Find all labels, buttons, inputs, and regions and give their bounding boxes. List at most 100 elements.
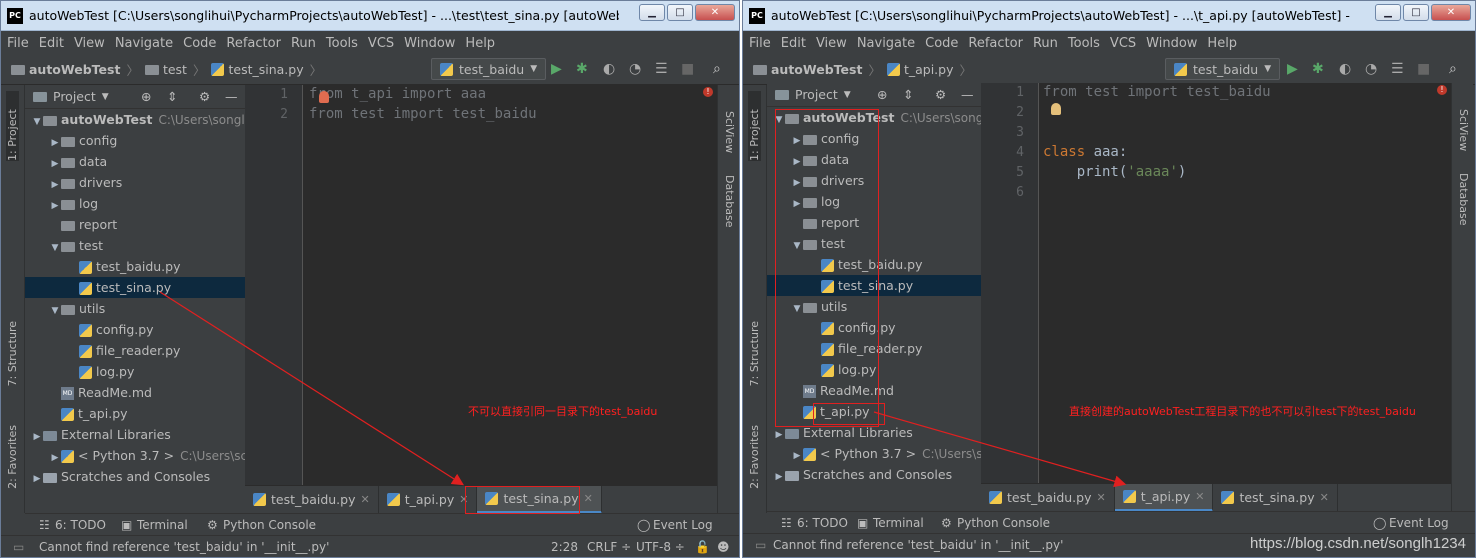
profile-icon[interactable]: ◔ [1365, 61, 1377, 77]
lightbulb-icon[interactable] [1051, 103, 1061, 115]
tree-item[interactable]: ▶ Scratches and Consoles [25, 466, 245, 487]
project-view-selector[interactable]: Project [53, 89, 96, 104]
profile-icon[interactable]: ◔ [629, 61, 641, 77]
tree-item[interactable]: config.py [25, 319, 245, 340]
close-icon[interactable]: ✕ [1097, 491, 1106, 504]
tree-item[interactable]: ▶ Scratches and Consoles [767, 464, 981, 485]
status-toggle-icon[interactable]: ▭ [755, 538, 766, 552]
tree-item[interactable]: ▶ External Libraries [25, 424, 245, 445]
tree-item[interactable]: report [25, 214, 245, 235]
breadcrumb-file[interactable]: test_sina.py 〉 [211, 60, 322, 79]
menu-item-file[interactable]: File [749, 36, 771, 51]
code-editor[interactable]: 12 from t_api import aaa from test import… [245, 85, 717, 489]
gear-icon[interactable]: ⚙ [935, 87, 946, 102]
code-line[interactable]: from test import test_baidu [1043, 84, 1271, 100]
breadcrumb-project[interactable]: autoWebTest 〉 [753, 60, 881, 79]
error-indicator-icon[interactable]: ! [1437, 85, 1447, 95]
menu-item-file[interactable]: File [7, 36, 29, 51]
locate-icon[interactable]: ⊕ [141, 89, 151, 104]
chevron-right-icon[interactable]: ▶ [773, 467, 785, 487]
status-toggle-icon[interactable]: ▭ [13, 540, 24, 554]
menu-item-help[interactable]: Help [465, 36, 495, 51]
editor-tab[interactable]: test_baidu.py ✕ [245, 485, 379, 514]
close-icon[interactable]: ✕ [1195, 490, 1204, 503]
file-encoding[interactable]: UTF-8 ÷ [636, 540, 685, 554]
tree-item[interactable]: ▼ utils [25, 298, 245, 319]
breadcrumb-project[interactable]: autoWebTest 〉 [11, 60, 139, 79]
menu-item-tools[interactable]: Tools [326, 36, 358, 51]
tree-item[interactable]: ▶ config [25, 130, 245, 151]
tree-item[interactable]: MD ReadMe.md [25, 382, 245, 403]
code-line[interactable]: class aaa: [1043, 144, 1127, 160]
hide-icon[interactable]: — [961, 87, 974, 102]
menu-item-navigate[interactable]: Navigate [115, 36, 173, 51]
event-log-button[interactable]: Event Log [653, 518, 713, 532]
python-console-button[interactable]: Python Console [223, 518, 316, 532]
code-line[interactable]: from t_api import aaa [309, 86, 486, 102]
chevron-right-icon[interactable]: ▶ [31, 469, 43, 489]
python-console-button[interactable]: Python Console [957, 516, 1050, 530]
code-editor[interactable]: 1 2 3 4 5 6 from test import test_baidu class … [981, 83, 1451, 487]
concurrency-icon[interactable]: ☰ [1391, 61, 1404, 77]
menu-item-edit[interactable]: Edit [781, 36, 806, 51]
menu-item-help[interactable]: Help [1207, 36, 1237, 51]
tool-database[interactable]: Database [1457, 173, 1470, 226]
tool-favorites[interactable]: 2: Favorites [748, 425, 761, 489]
tool-project[interactable]: 1: Project [6, 91, 19, 161]
breadcrumb-file[interactable]: t_api.py 〉 [886, 60, 972, 79]
hide-icon[interactable]: — [225, 89, 238, 104]
menu-item-view[interactable]: View [816, 36, 847, 51]
menu-item-window[interactable]: Window [1146, 36, 1197, 51]
lock-icon[interactable]: 🔓 [695, 540, 710, 554]
menu-item-vcs[interactable]: VCS [1110, 36, 1136, 51]
code-line[interactable]: print('aaaa') [1043, 164, 1187, 180]
tool-sciview[interactable]: SciView [1457, 109, 1470, 151]
menu-item-window[interactable]: Window [404, 36, 455, 51]
error-indicator-icon[interactable]: ! [703, 87, 713, 97]
tool-structure[interactable]: 7: Structure [6, 321, 19, 386]
coverage-icon[interactable]: ◐ [1339, 61, 1351, 77]
menu-item-edit[interactable]: Edit [39, 36, 64, 51]
close-button[interactable]: ✕ [695, 4, 735, 21]
tool-project[interactable]: 1: Project [748, 91, 761, 161]
tree-item[interactable]: ▼ test [25, 235, 245, 256]
tool-structure[interactable]: 7: Structure [748, 321, 761, 386]
tool-sciview[interactable]: SciView [723, 111, 736, 153]
terminal-button[interactable]: Terminal [137, 518, 188, 532]
todo-button[interactable]: 6: TODO [797, 516, 848, 530]
maximize-button[interactable]: □ [1403, 4, 1429, 21]
tool-favorites[interactable]: 2: Favorites [6, 425, 19, 489]
code-line[interactable]: from test import test_baidu [309, 106, 537, 122]
project-view-selector[interactable]: Project [795, 87, 838, 102]
menu-item-tools[interactable]: Tools [1068, 36, 1100, 51]
menu-item-run[interactable]: Run [291, 36, 316, 51]
collapse-icon[interactable]: ⇕ [903, 87, 913, 102]
close-button[interactable]: ✕ [1431, 4, 1471, 21]
caret-position[interactable]: 2:28 [551, 540, 578, 554]
run-config-selector[interactable]: test_baidu ▼ [1165, 58, 1281, 80]
close-icon[interactable]: ✕ [361, 493, 370, 506]
tree-item[interactable]: ▶ data [25, 151, 245, 172]
breadcrumb-folder[interactable]: test 〉 [144, 60, 205, 79]
search-icon[interactable]: ⌕ [713, 61, 721, 77]
minimize-button[interactable]: ▁ [1375, 4, 1401, 21]
tree-item[interactable]: file_reader.py [25, 340, 245, 361]
tree-item[interactable]: ▶ log [25, 193, 245, 214]
tree-item[interactable]: ▶ drivers [25, 172, 245, 193]
run-icon[interactable]: ▶ [1287, 61, 1298, 77]
run-config-selector[interactable]: test_baidu ▼ [431, 58, 547, 80]
editor-tab[interactable]: test_sina.py ✕ [1213, 483, 1338, 512]
tool-database[interactable]: Database [723, 175, 736, 228]
locate-icon[interactable]: ⊕ [877, 87, 887, 102]
search-icon[interactable]: ⌕ [1449, 61, 1457, 77]
menu-item-code[interactable]: Code [183, 36, 216, 51]
editor-tab[interactable]: test_baidu.py ✕ [981, 483, 1115, 512]
collapse-icon[interactable]: ⇕ [167, 89, 177, 104]
tree-item[interactable]: test_baidu.py [25, 256, 245, 277]
todo-button[interactable]: 6: TODO [55, 518, 106, 532]
stop-icon[interactable]: ■ [681, 61, 694, 77]
menu-item-code[interactable]: Code [925, 36, 958, 51]
menu-item-navigate[interactable]: Navigate [857, 36, 915, 51]
gear-icon[interactable]: ⚙ [199, 89, 210, 104]
terminal-button[interactable]: Terminal [873, 516, 924, 530]
